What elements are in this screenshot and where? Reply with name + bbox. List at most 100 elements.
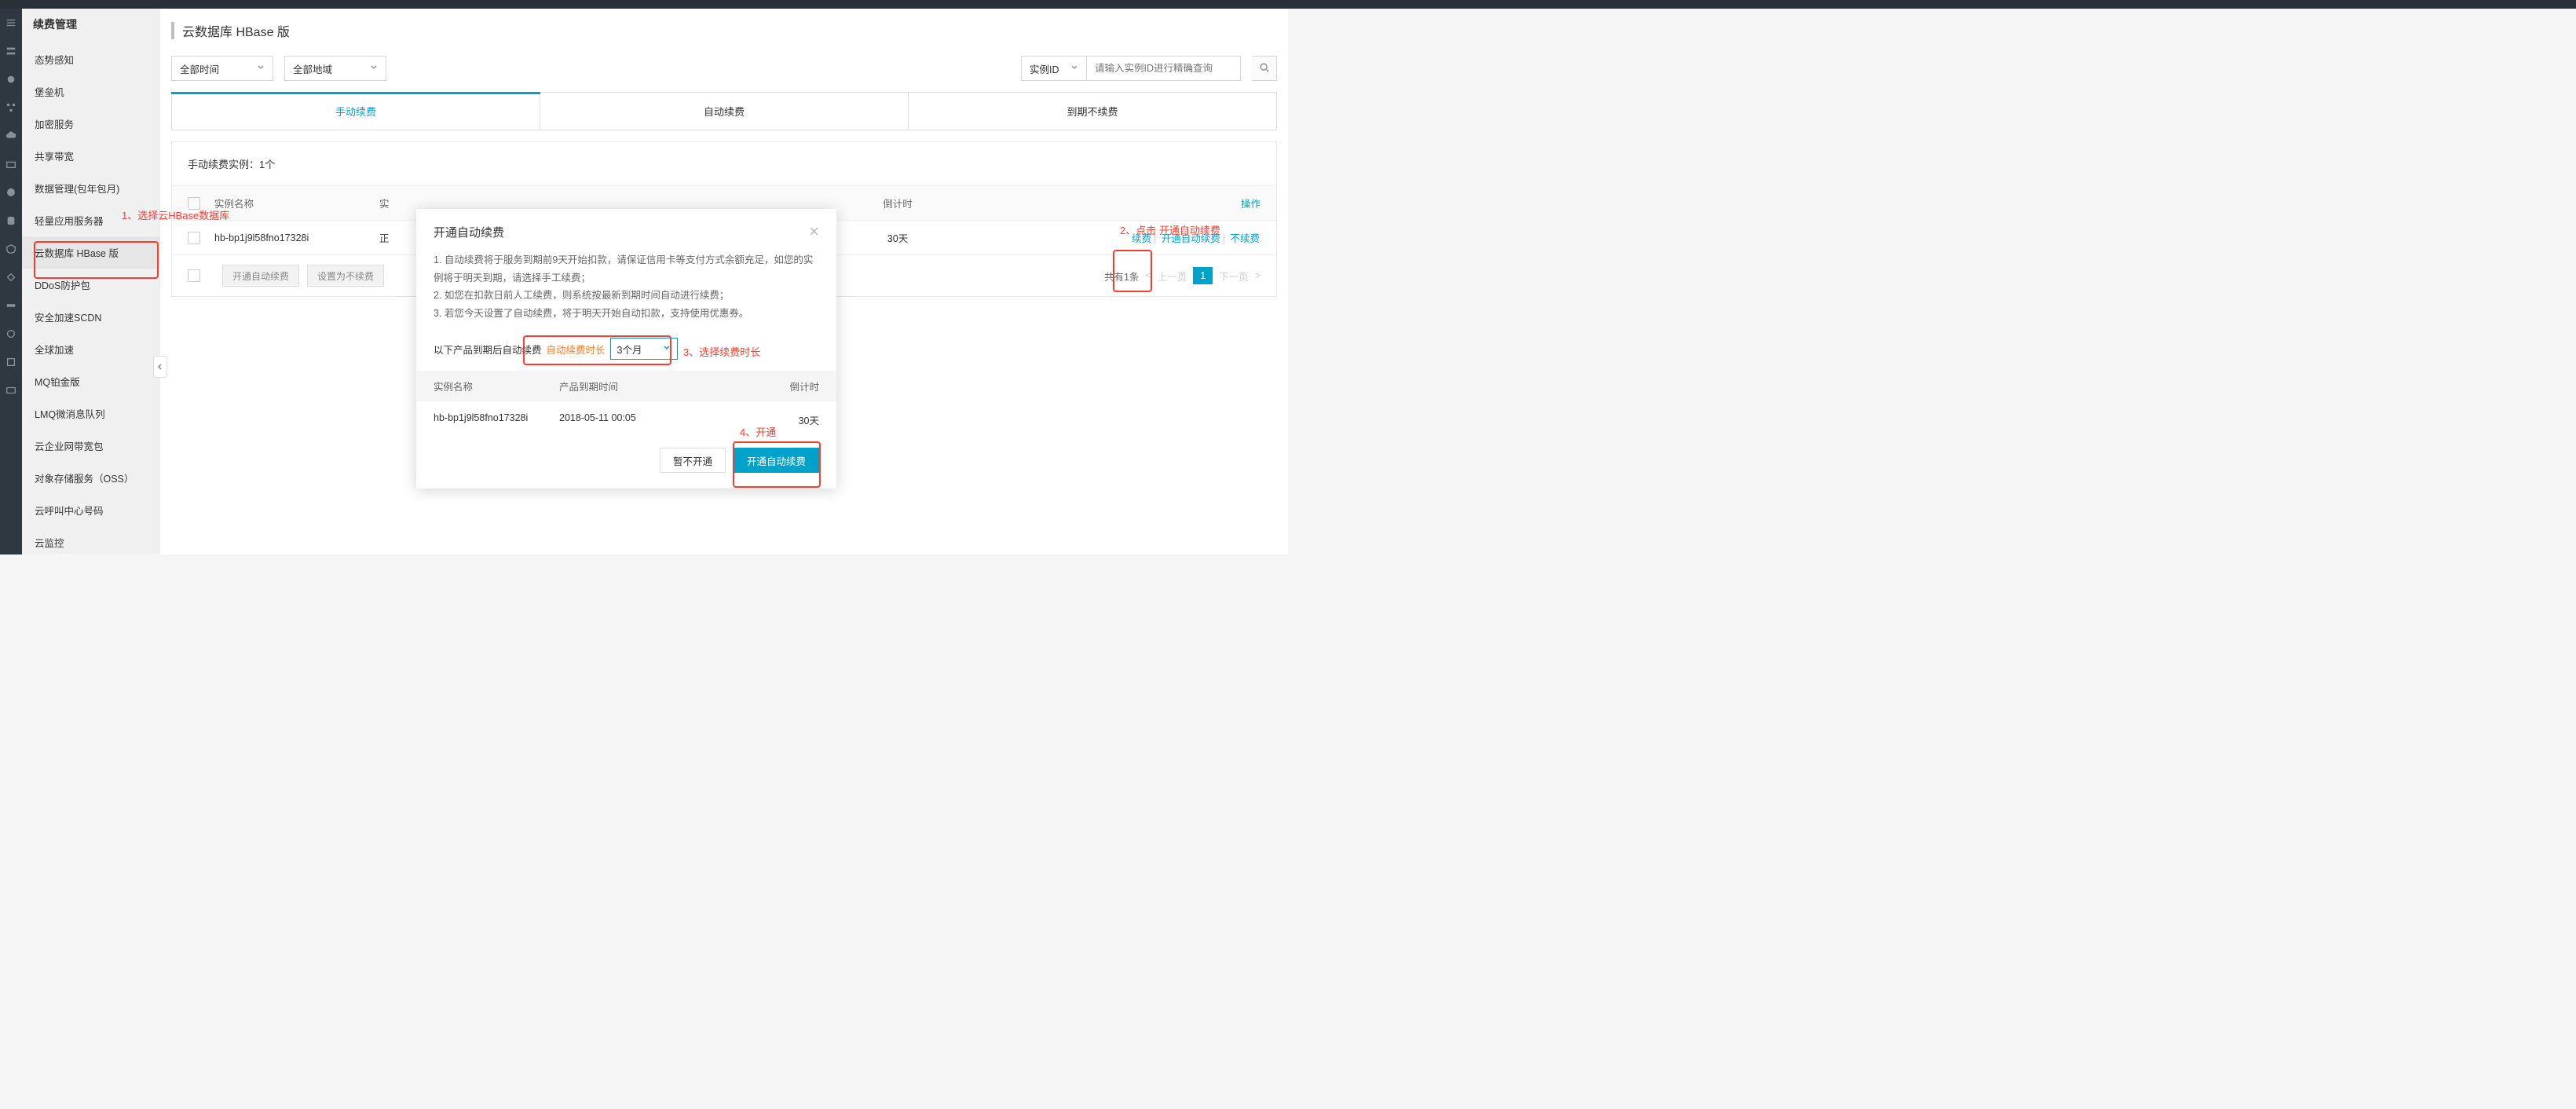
- sidebar-item-data-mgmt[interactable]: 数据管理(包年包月): [22, 172, 160, 204]
- time-select-label: 全部时间: [180, 61, 219, 76]
- bulk-checkbox[interactable]: [188, 269, 200, 282]
- sidebar-collapse-handle[interactable]: [153, 356, 167, 378]
- cloud-icon[interactable]: [5, 130, 16, 141]
- modal-footer: 暂不开通 开通自动续费: [416, 438, 836, 489]
- cell-actions: 续费| 开通自动续费| 不续费: [976, 230, 1261, 245]
- tab-none[interactable]: 到期不续费: [909, 93, 1276, 130]
- filter-row: 全部时间 全部地域 实例ID: [160, 56, 1288, 92]
- duration-value: 3个月: [617, 342, 642, 357]
- chevron-down-icon: [257, 63, 265, 74]
- page-title: 云数据库 HBase 版: [182, 21, 290, 40]
- annotation-box-1: [34, 241, 159, 279]
- region-select-label: 全部地域: [293, 61, 332, 76]
- modal-header: 开通自动续费 ×: [416, 209, 836, 247]
- time-select[interactable]: 全部时间: [171, 56, 273, 81]
- col-name: 实例名称: [214, 196, 379, 210]
- pager-total: 共有1条: [1104, 269, 1139, 284]
- rail-icon-1[interactable]: [5, 46, 16, 57]
- bulk-auto-renew[interactable]: 开通自动续费: [222, 265, 299, 287]
- row-checkbox[interactable]: [188, 232, 200, 244]
- panel-summary: 手动续费实例：1个: [172, 142, 1276, 185]
- sidebar-item-bandwidth[interactable]: 共享带宽: [22, 140, 160, 172]
- mcell-expire: 2018-05-11 00:05: [559, 412, 701, 427]
- modal-duration-row: 以下产品到期后自动续费 自动续费时长 3个月: [416, 335, 836, 371]
- sidebar-item-encryption[interactable]: 加密服务: [22, 108, 160, 140]
- duration-select[interactable]: 3个月: [610, 338, 678, 360]
- modal-note-3: 3. 若您今天设置了自动续费，将于明天开始自动扣款，支持使用优惠券。: [434, 305, 819, 323]
- col-countdown: 倒计时: [819, 196, 976, 210]
- header-accent-bar: [171, 22, 174, 39]
- auto-renew-modal: 开通自动续费 × 1. 自动续费将于服务到期前9天开始扣款，请保证信用卡等支付方…: [416, 209, 836, 489]
- mcol-expire: 产品到期时间: [559, 379, 701, 393]
- sidebar-item-bastion[interactable]: 堡垒机: [22, 75, 160, 108]
- sidebar-item-callcenter[interactable]: 云呼叫中心号码: [22, 494, 160, 526]
- action-stop-renew[interactable]: 不续费: [1230, 233, 1260, 244]
- pager-prev-chevron[interactable]: <: [1145, 270, 1151, 281]
- modal-note-1: 1. 自动续费将于服务到期前9天开始扣款，请保证信用卡等支付方式余额充足，如您的…: [434, 251, 819, 287]
- col-actions: 操作: [976, 196, 1261, 210]
- tab-manual[interactable]: 手动续费: [172, 93, 540, 130]
- sidebar-item-cloudmonitor[interactable]: 云监控: [22, 526, 160, 558]
- modal-mid-label: 以下产品到期后自动续费: [434, 342, 542, 357]
- rail-icon-11[interactable]: [5, 328, 16, 339]
- sidebar-item-global-accel[interactable]: 全球加速: [22, 333, 160, 365]
- sidebar-item-oss[interactable]: 对象存储服务（OSS）: [22, 462, 160, 494]
- search-input[interactable]: [1087, 56, 1241, 81]
- rail-icon-5[interactable]: [5, 159, 16, 170]
- rail-icon-8[interactable]: [5, 243, 16, 254]
- modal-table-head: 实例名称 产品到期时间 倒计时: [416, 371, 836, 401]
- renew-tabs: 手动续费 自动续费 到期不续费: [171, 92, 1277, 130]
- rail-icon-10[interactable]: [5, 300, 16, 311]
- tab-auto[interactable]: 自动续费: [540, 93, 909, 130]
- modal-note-2: 2. 如您在扣款日前人工续费，则系统按最新到期时间自动进行续费；: [434, 287, 819, 305]
- sidebar-item-awareness[interactable]: 态势感知: [22, 43, 160, 75]
- close-icon[interactable]: ×: [809, 223, 819, 240]
- chevron-down-icon: [370, 63, 378, 74]
- rail-icon-12[interactable]: [5, 357, 16, 368]
- rail-icon-13[interactable]: [5, 385, 16, 396]
- pager-next[interactable]: 下一页: [1219, 269, 1249, 284]
- page-header: 云数据库 HBase 版: [160, 9, 1288, 56]
- search-type-label: 实例ID: [1030, 61, 1059, 76]
- sidebar-item-scdn[interactable]: 安全加速SCDN: [22, 301, 160, 333]
- icon-rail: [0, 0, 22, 554]
- cancel-button[interactable]: 暂不开通: [660, 448, 726, 473]
- sidebar-item-light-server[interactable]: 轻量应用服务器: [22, 204, 160, 236]
- search-button[interactable]: [1252, 56, 1277, 81]
- chevron-down-icon: [1070, 63, 1078, 74]
- pager-prev[interactable]: 上一页: [1158, 269, 1187, 284]
- rail-icon-9[interactable]: [5, 272, 16, 283]
- modal-title: 开通自动续费: [434, 224, 809, 240]
- search-type-select[interactable]: 实例ID: [1021, 56, 1087, 81]
- modal-duration-label: 自动续费时长: [547, 342, 606, 357]
- chevron-down-icon: [663, 343, 671, 354]
- top-bar: [0, 0, 2576, 9]
- mcell-countdown: 30天: [701, 412, 819, 427]
- rail-icon-7[interactable]: [5, 215, 16, 226]
- rail-icon-2[interactable]: [5, 74, 16, 85]
- rail-icon-3[interactable]: [5, 102, 16, 113]
- modal-table-row: hb-bp1j9l58fno17328i 2018-05-11 00:05 30…: [416, 401, 836, 438]
- sidebar-item-mq[interactable]: MQ铂金版: [22, 365, 160, 397]
- action-auto-renew[interactable]: 开通自动续费: [1162, 233, 1220, 244]
- cell-name: hb-bp1j9l58fno17328i: [214, 232, 379, 243]
- modal-notes: 1. 自动续费将于服务到期前9天开始扣款，请保证信用卡等支付方式余额充足，如您的…: [416, 247, 836, 335]
- region-select[interactable]: 全部地域: [284, 56, 386, 81]
- mcol-name: 实例名称: [434, 379, 559, 393]
- action-renew[interactable]: 续费: [1132, 233, 1151, 244]
- mcell-name: hb-bp1j9l58fno17328i: [434, 412, 559, 427]
- menu-icon[interactable]: [5, 17, 16, 28]
- mcol-countdown: 倒计时: [701, 379, 819, 393]
- rail-icon-6[interactable]: [5, 187, 16, 198]
- search-icon: [1259, 62, 1270, 75]
- confirm-button[interactable]: 开通自动续费: [734, 448, 819, 473]
- sidebar-title: 续费管理: [22, 9, 160, 43]
- cell-countdown: 30天: [819, 230, 976, 245]
- sidebar-item-cen[interactable]: 云企业网带宽包: [22, 430, 160, 462]
- pager-next-chevron[interactable]: >: [1255, 270, 1261, 281]
- pagination: 共有1条 < 上一页 1 下一页 >: [1104, 267, 1261, 284]
- select-all-checkbox[interactable]: [188, 197, 200, 210]
- pager-current[interactable]: 1: [1193, 267, 1213, 284]
- sidebar-item-lmq[interactable]: LMQ微消息队列: [22, 397, 160, 430]
- bulk-stop-renew[interactable]: 设置为不续费: [307, 265, 384, 287]
